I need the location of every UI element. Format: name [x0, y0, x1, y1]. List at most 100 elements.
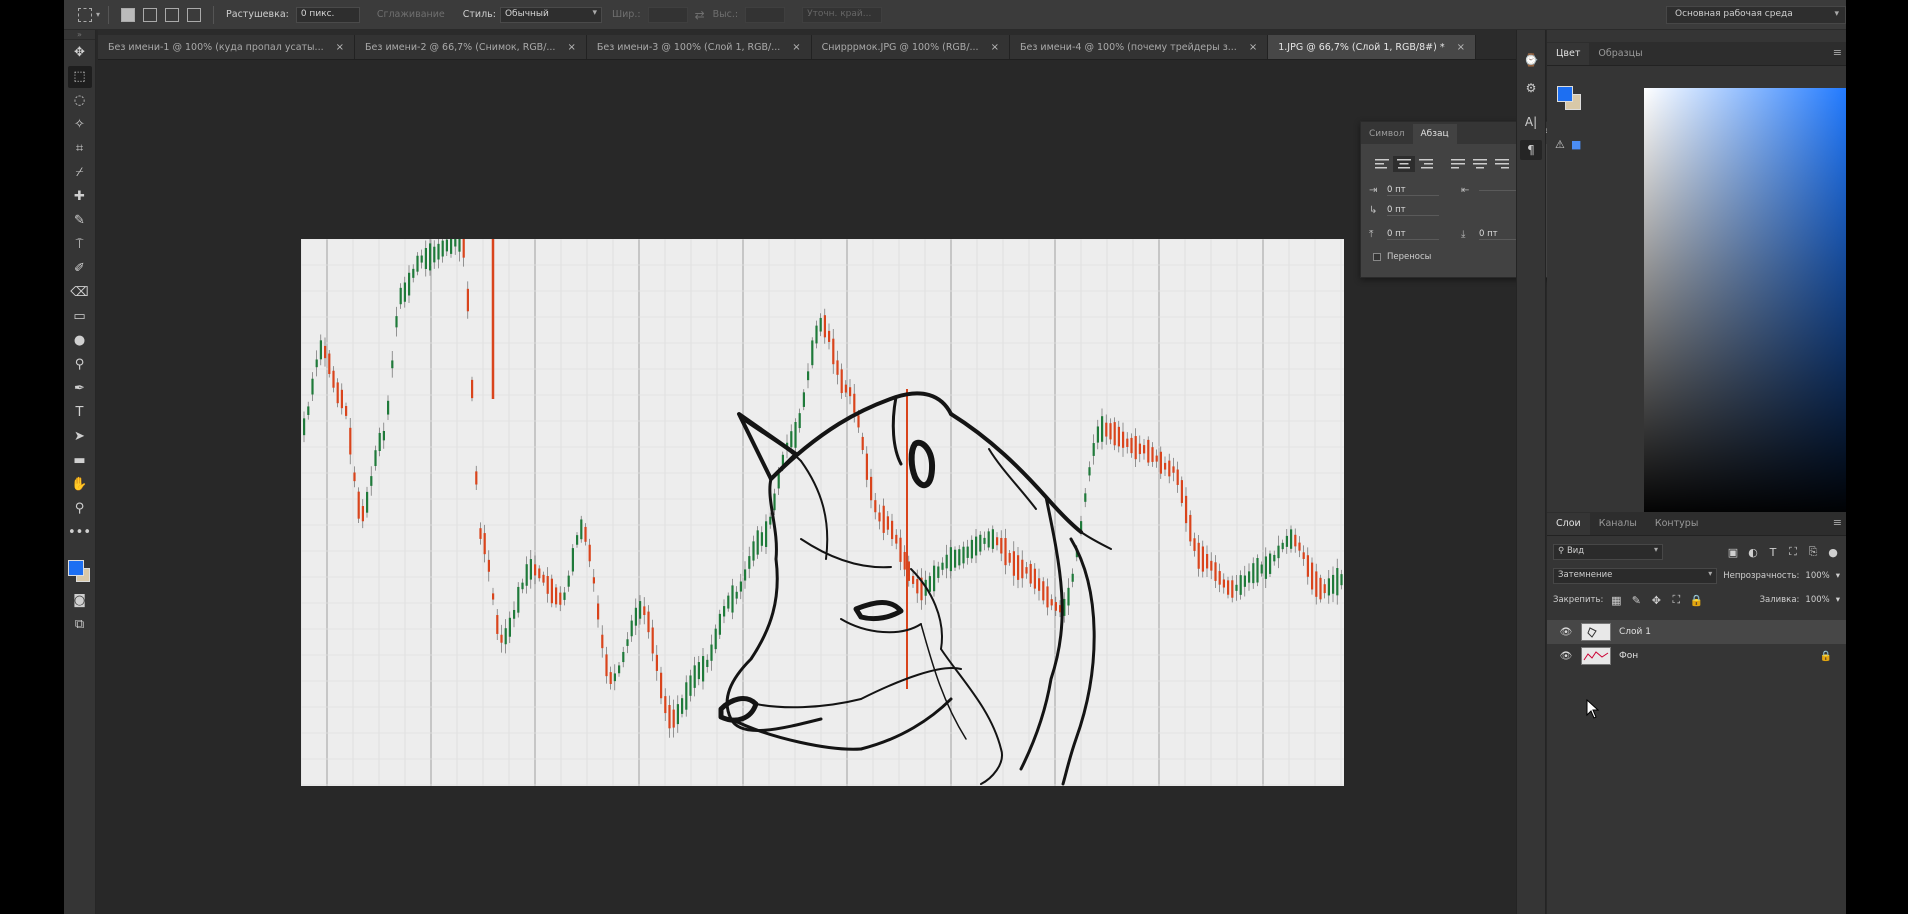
chevron-down-icon[interactable]: ▾	[1836, 571, 1840, 581]
style-select[interactable]: Обычный	[499, 6, 602, 23]
panel-grip[interactable]: »	[64, 30, 95, 40]
tab-doc-3[interactable]: Без имени-3 @ 100% (Слой 1, RGB/... ×	[586, 35, 812, 59]
layer-name[interactable]: Фон	[1619, 651, 1812, 661]
fill-input[interactable]: 100%	[1805, 595, 1829, 605]
character-panel-icon[interactable]: A|	[1520, 112, 1542, 132]
tab-color[interactable]: Цвет	[1547, 43, 1590, 65]
antialias-checkbox-label[interactable]: Сглаживание	[377, 9, 445, 20]
visibility-eye-icon[interactable]: 👁	[1559, 651, 1573, 662]
chevron-down-icon[interactable]: ▾	[1836, 595, 1840, 605]
close-icon[interactable]: ×	[991, 42, 999, 53]
color-picker-field[interactable]	[1644, 88, 1846, 518]
chevron-down-icon[interactable]: ▾	[96, 10, 100, 19]
rectangle-tool-icon[interactable]: ▬	[68, 450, 92, 472]
tab-doc-4[interactable]: Снирррмок.JPG @ 100% (RGB/... ×	[811, 35, 1010, 59]
fg-bg-colors[interactable]	[66, 552, 94, 582]
lock-position-icon[interactable]: ✥	[1649, 594, 1663, 607]
close-icon[interactable]: ×	[336, 42, 344, 53]
align-right-icon[interactable]	[1415, 156, 1437, 172]
lock-all-icon[interactable]: 🔒	[1689, 594, 1703, 607]
height-input[interactable]	[745, 6, 786, 23]
filter-shape-icon[interactable]: ⛶	[1786, 545, 1800, 559]
tab-doc-5[interactable]: Без имени-4 @ 100% (почему трейдеры з...…	[1009, 35, 1269, 59]
filter-smart-object-icon[interactable]: ⎘	[1806, 545, 1820, 559]
feather-input[interactable]: 0 пикс.	[295, 6, 360, 23]
filter-toggle-icon[interactable]: ●	[1826, 546, 1840, 559]
properties-panel-icon[interactable]: ⚙	[1520, 78, 1542, 98]
space-before-input[interactable]: 0 пт	[1387, 229, 1439, 240]
foreground-color-swatch[interactable]	[1557, 86, 1573, 102]
opacity-input[interactable]: 100%	[1805, 571, 1829, 581]
type-tool-icon[interactable]: T	[68, 402, 92, 424]
lock-image-icon[interactable]: ✎	[1629, 594, 1643, 607]
filter-adjustment-icon[interactable]: ◐	[1746, 546, 1760, 559]
filter-pixel-icon[interactable]: ▣	[1726, 546, 1740, 559]
refine-edge-button[interactable]: Уточн. край...	[802, 6, 883, 23]
canvas-area[interactable]	[98, 61, 1514, 914]
document-canvas[interactable]	[301, 239, 1344, 786]
tab-paths[interactable]: Контуры	[1646, 513, 1707, 535]
eraser-tool-icon[interactable]: ⌫	[68, 282, 92, 304]
zoom-tool-icon[interactable]: ⚲	[68, 498, 92, 520]
tab-swatches[interactable]: Образцы	[1589, 43, 1651, 65]
close-icon[interactable]: ×	[567, 42, 575, 53]
workspace-select[interactable]: Основная рабочая среда	[1666, 6, 1846, 24]
history-panel-icon[interactable]: ⌚	[1520, 50, 1542, 70]
subtract-from-selection-icon[interactable]	[165, 7, 180, 22]
path-selection-tool-icon[interactable]: ➤	[68, 426, 92, 448]
pen-tool-icon[interactable]: ✒	[68, 378, 92, 400]
move-tool-icon[interactable]: ✥	[68, 42, 92, 64]
intersect-selection-icon[interactable]	[187, 7, 202, 22]
width-input[interactable]	[647, 6, 688, 23]
visibility-eye-icon[interactable]: 👁	[1559, 627, 1573, 638]
panel-menu-icon[interactable]: ≡	[1833, 46, 1842, 59]
indent-left-input[interactable]: 0 пт	[1387, 185, 1439, 196]
tab-doc-6-active[interactable]: 1.JPG @ 66,7% (Слой 1, RGB/8#) * ×	[1268, 35, 1476, 59]
lasso-tool-icon[interactable]: ◌	[68, 90, 92, 112]
history-brush-tool-icon[interactable]: ✐	[68, 258, 92, 280]
close-icon[interactable]: ×	[792, 42, 800, 53]
filter-kind-select[interactable]: ⚲ Вид	[1553, 544, 1663, 560]
tab-doc-2[interactable]: Без имени-2 @ 66,7% (Снимок, RGB/... ×	[355, 35, 587, 59]
gradient-tool-icon[interactable]: ▭	[68, 306, 92, 328]
hand-tool-icon[interactable]: ✋	[68, 474, 92, 496]
justify-center-icon[interactable]	[1469, 156, 1491, 172]
layer-row-background[interactable]: 👁 Фон 🔒	[1547, 644, 1846, 668]
panel-menu-icon[interactable]: ≡	[1833, 516, 1842, 529]
add-to-selection-icon[interactable]	[143, 7, 158, 22]
brush-tool-icon[interactable]: ✎	[68, 210, 92, 232]
lock-artboard-icon[interactable]: ⛶	[1669, 593, 1683, 607]
blend-mode-select[interactable]: Затемнение	[1553, 568, 1718, 584]
magic-wand-tool-icon[interactable]: ✧	[68, 114, 92, 136]
eyedropper-tool-icon[interactable]: ⌿	[68, 162, 92, 184]
layer-row-layer1[interactable]: 👁 Слой 1	[1547, 620, 1846, 644]
checkbox-box[interactable]	[1373, 253, 1381, 261]
close-icon[interactable]: ×	[1457, 42, 1465, 53]
quick-mask-icon[interactable]: ◙	[68, 590, 92, 612]
new-selection-icon[interactable]	[121, 7, 136, 22]
align-center-icon[interactable]	[1393, 156, 1415, 172]
screen-mode-icon[interactable]: ⧉	[68, 614, 92, 636]
close-icon[interactable]: ×	[1249, 42, 1257, 53]
align-left-icon[interactable]	[1371, 156, 1393, 172]
marquee-preset-icon[interactable]	[78, 7, 92, 22]
first-line-input[interactable]: 0 пт	[1387, 205, 1439, 216]
foreground-color-swatch[interactable]	[67, 560, 84, 576]
tab-channels[interactable]: Каналы	[1590, 513, 1646, 535]
tab-paragraph[interactable]: Абзац	[1412, 124, 1457, 144]
filter-type-icon[interactable]: T	[1766, 546, 1780, 559]
more-tools-icon[interactable]: •••	[68, 522, 92, 544]
swap-icon[interactable]: ⇄	[695, 8, 705, 22]
paragraph-panel-icon[interactable]: ¶	[1520, 140, 1542, 160]
tab-doc-1[interactable]: Без имени-1 @ 100% (куда пропал усаты...…	[98, 35, 356, 59]
blur-tool-icon[interactable]: ●	[68, 330, 92, 352]
crop-tool-icon[interactable]: ⌗	[68, 138, 92, 160]
layer-name[interactable]: Слой 1	[1619, 627, 1846, 637]
rect-marquee-tool-icon[interactable]: ⬚	[67, 66, 92, 88]
justify-left-icon[interactable]	[1447, 156, 1469, 172]
dodge-tool-icon[interactable]: ⚲	[68, 354, 92, 376]
healing-brush-tool-icon[interactable]: ✚	[68, 186, 92, 208]
lock-transparent-icon[interactable]: ▦	[1609, 594, 1623, 607]
clone-stamp-tool-icon[interactable]: ⍑	[68, 234, 92, 256]
tab-layers[interactable]: Слои	[1547, 513, 1590, 535]
